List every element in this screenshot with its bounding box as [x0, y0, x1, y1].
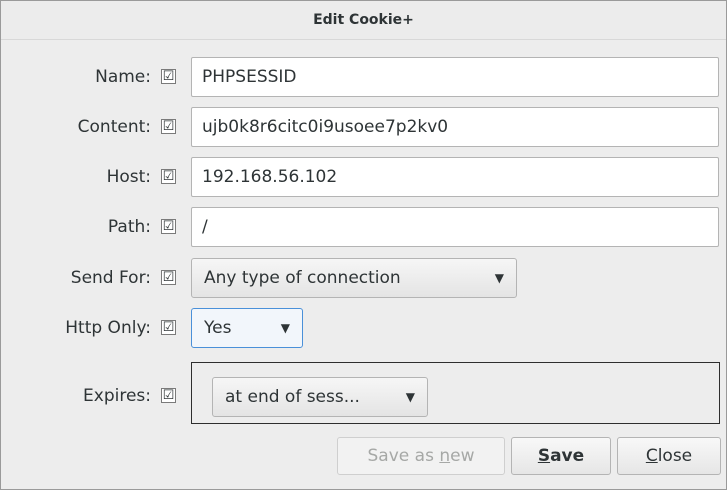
save-as-new-mnemonic: n — [439, 446, 451, 466]
name-checkbox[interactable]: ☑ — [161, 69, 176, 84]
send-for-value: Any type of connection — [204, 268, 401, 288]
save-mnemonic: S — [537, 446, 551, 466]
http-only-label: Http Only: — [65, 318, 151, 338]
save-as-new-label-post: ew — [450, 446, 475, 466]
content-field[interactable]: ujb0k8r6citc0i9usoee7p2kv0 — [191, 107, 719, 147]
send-for-select[interactable]: Any type of connection ▼ — [191, 258, 517, 298]
chevron-down-icon: ▼ — [280, 321, 290, 335]
name-row: Name: ☑ PHPSESSID — [1, 57, 726, 97]
close-label-post: lose — [657, 446, 693, 466]
host-checkbox[interactable]: ☑ — [161, 169, 176, 184]
expires-select[interactable]: at end of sess... ▼ — [212, 377, 428, 417]
expires-checkbox[interactable]: ☑ — [161, 388, 176, 403]
expires-row: Expires: ☑ at end of sess... ▼ — [1, 362, 726, 424]
host-row: Host: ☑ 192.168.56.102 — [1, 157, 726, 197]
content-row: Content: ☑ ujb0k8r6citc0i9usoee7p2kv0 — [1, 107, 726, 147]
http-only-select[interactable]: Yes ▼ — [191, 308, 303, 348]
edit-cookie-dialog: Edit Cookie+ Name: ☑ PHPSESSID Content: … — [0, 0, 727, 490]
path-checkbox[interactable]: ☑ — [161, 219, 176, 234]
chevron-down-icon: ▼ — [405, 390, 415, 404]
save-as-new-label-pre: Save as — [367, 446, 440, 466]
http-only-value: Yes — [204, 318, 232, 338]
path-field[interactable]: / — [191, 207, 719, 247]
close-mnemonic: C — [645, 446, 658, 466]
send-for-label: Send For: — [70, 268, 151, 288]
expires-value: at end of sess... — [225, 387, 360, 407]
save-as-new-button[interactable]: Save as new — [337, 437, 505, 475]
close-button[interactable]: Close — [617, 437, 721, 475]
send-for-row: Send For: ☑ Any type of connection ▼ — [1, 258, 726, 298]
name-label: Name: — [95, 67, 151, 87]
dialog-title: Edit Cookie+ — [313, 12, 414, 28]
http-only-checkbox[interactable]: ☑ — [161, 320, 176, 335]
title-bar[interactable]: Edit Cookie+ — [1, 1, 726, 40]
save-button[interactable]: Save — [511, 437, 611, 475]
content-label: Content: — [77, 117, 151, 137]
name-field[interactable]: PHPSESSID — [191, 57, 719, 97]
chevron-down-icon: ▼ — [494, 271, 504, 285]
host-field[interactable]: 192.168.56.102 — [191, 157, 719, 197]
host-label: Host: — [106, 167, 151, 187]
path-row: Path: ☑ / — [1, 207, 726, 247]
expires-frame: at end of sess... ▼ — [191, 362, 720, 424]
path-label: Path: — [107, 217, 151, 237]
content-checkbox[interactable]: ☑ — [161, 119, 176, 134]
expires-label: Expires: — [83, 386, 151, 406]
save-label-post: ave — [550, 446, 585, 466]
send-for-checkbox[interactable]: ☑ — [161, 270, 176, 285]
http-only-row: Http Only: ☑ Yes ▼ — [1, 308, 726, 348]
